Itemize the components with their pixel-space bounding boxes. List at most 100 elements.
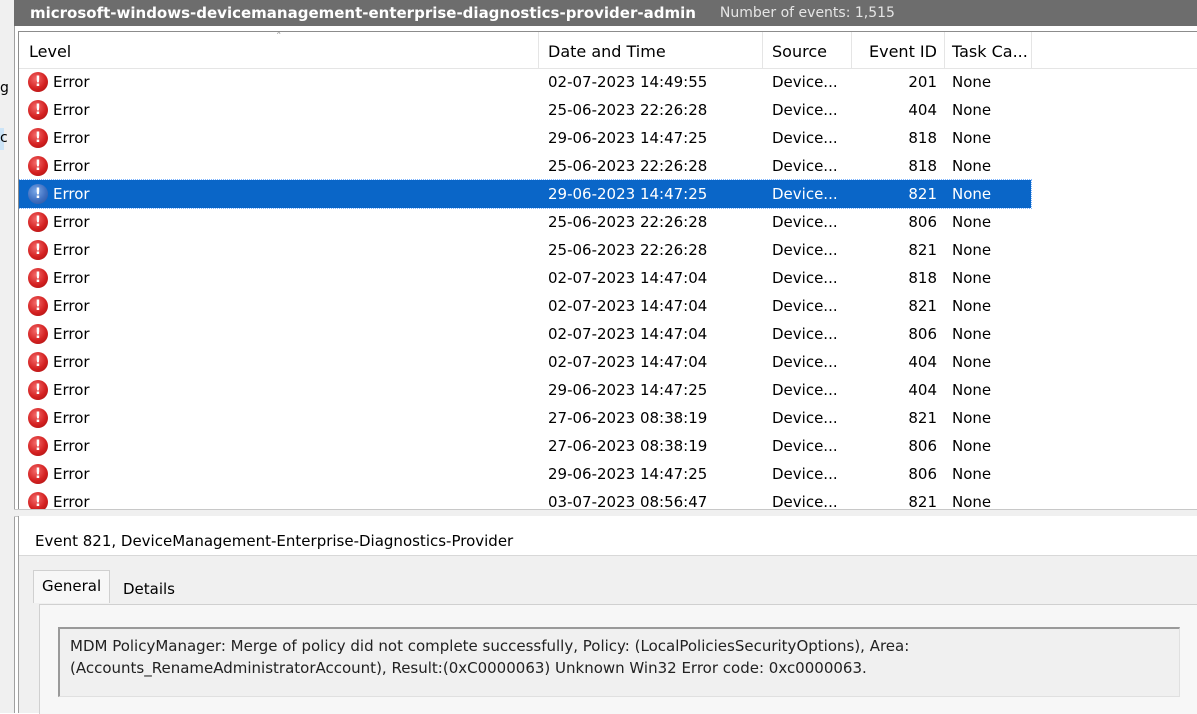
- cell-level: Error: [53, 325, 90, 343]
- table-row[interactable]: ! Error 03-07-2023 08:56:47 Device... 821 Non…: [19, 488, 1031, 510]
- log-header-bar: microsoft-windows-devicemanagement-enter…: [14, 0, 1197, 26]
- column-divider[interactable]: [944, 32, 945, 68]
- error-icon: !: [28, 464, 48, 484]
- cell-source: Device...: [772, 297, 838, 315]
- cell-task-category: None: [952, 101, 992, 119]
- column-header-level[interactable]: Level: [29, 32, 71, 68]
- column-header-event-id[interactable]: Event ID: [869, 32, 937, 68]
- cell-date-time: 03-07-2023 08:56:47: [548, 493, 708, 510]
- table-row[interactable]: ! Error 02-07-2023 14:47:04 Device... 806 Non…: [19, 320, 1031, 348]
- tab-general[interactable]: General: [33, 570, 111, 603]
- cell-level: Error: [53, 213, 90, 231]
- cell-task-category: None: [952, 297, 992, 315]
- column-header-date-time[interactable]: Date and Time: [548, 32, 666, 68]
- cell-level: Error: [53, 381, 90, 399]
- cell-event-id: 404: [908, 101, 937, 119]
- table-row[interactable]: ! Error 29-06-2023 14:47:25 Device... 404 Non…: [19, 376, 1031, 404]
- cell-level: Error: [53, 269, 90, 287]
- cell-source: Device...: [772, 129, 838, 147]
- cell-event-id: 821: [908, 493, 937, 510]
- column-header-task-category[interactable]: Task Ca...: [952, 32, 1028, 68]
- cell-event-id: 806: [908, 213, 937, 231]
- cell-date-time: 29-06-2023 14:47:25: [548, 185, 708, 203]
- table-row[interactable]: ! Error 25-06-2023 22:26:28 Device... 818 Non…: [19, 152, 1031, 180]
- error-icon: !: [28, 240, 48, 260]
- table-row[interactable]: ! Error 29-06-2023 14:47:25 Device... 806 Non…: [19, 460, 1031, 488]
- table-row[interactable]: ! Error 25-06-2023 22:26:28 Device... 806 Non…: [19, 208, 1031, 236]
- cell-date-time: 25-06-2023 22:26:28: [548, 241, 708, 259]
- table-row[interactable]: ! Error 02-07-2023 14:47:04 Device... 818 Non…: [19, 264, 1031, 292]
- table-row[interactable]: ! Error 25-06-2023 22:26:28 Device... 404 Non…: [19, 96, 1031, 124]
- cell-date-time: 02-07-2023 14:47:04: [548, 353, 708, 371]
- cell-source: Device...: [772, 157, 838, 175]
- cell-task-category: None: [952, 409, 992, 427]
- cell-source: Device...: [772, 409, 838, 427]
- table-row[interactable]: ! Error 02-07-2023 14:47:04 Device... 821 Non…: [19, 292, 1031, 320]
- cell-task-category: None: [952, 73, 992, 91]
- cell-task-category: None: [952, 129, 992, 147]
- cell-task-category: None: [952, 213, 992, 231]
- nav-text-fragment: g: [0, 80, 9, 96]
- column-divider[interactable]: [851, 32, 852, 68]
- error-icon: !: [28, 184, 48, 204]
- cell-date-time: 25-06-2023 22:26:28: [548, 101, 708, 119]
- cell-task-category: None: [952, 325, 992, 343]
- cell-event-id: 821: [908, 409, 937, 427]
- cell-source: Device...: [772, 493, 838, 510]
- navigation-pane-edge[interactable]: g c: [0, 0, 15, 713]
- cell-task-category: None: [952, 269, 992, 287]
- table-row[interactable]: ! Error 02-07-2023 14:49:55 Device... 201 Non…: [19, 68, 1031, 96]
- column-divider[interactable]: [1031, 32, 1032, 68]
- cell-event-id: 404: [908, 353, 937, 371]
- cell-event-id: 818: [908, 129, 937, 147]
- tab-details[interactable]: Details: [115, 574, 183, 604]
- cell-event-id: 806: [908, 437, 937, 455]
- cell-level: Error: [53, 129, 90, 147]
- cell-event-id: 821: [908, 297, 937, 315]
- cell-event-id: 201: [908, 73, 937, 91]
- cell-source: Device...: [772, 353, 838, 371]
- cell-task-category: None: [952, 353, 992, 371]
- column-divider[interactable]: [538, 32, 539, 68]
- event-detail-title: Event 821, DeviceManagement-Enterprise-D…: [19, 516, 1197, 556]
- table-row[interactable]: ! Error 27-06-2023 08:38:19 Device... 806 Non…: [19, 432, 1031, 460]
- column-header-source[interactable]: Source: [772, 32, 827, 68]
- cell-event-id: 821: [908, 185, 937, 203]
- cell-date-time: 25-06-2023 22:26:28: [548, 157, 708, 175]
- table-row[interactable]: ! Error 29-06-2023 14:47:25 Device... 818 Non…: [19, 124, 1031, 152]
- error-icon: !: [28, 436, 48, 456]
- cell-level: Error: [53, 409, 90, 427]
- error-icon: !: [28, 352, 48, 372]
- nav-text-fragment: c: [0, 130, 8, 146]
- log-name: microsoft-windows-devicemanagement-enter…: [30, 4, 696, 22]
- error-icon: !: [28, 212, 48, 232]
- cell-level: Error: [53, 493, 90, 510]
- cell-source: Device...: [772, 437, 838, 455]
- cell-event-id: 806: [908, 465, 937, 483]
- cell-date-time: 27-06-2023 08:38:19: [548, 409, 708, 427]
- cell-level: Error: [53, 437, 90, 455]
- cell-source: Device...: [772, 381, 838, 399]
- general-tab-body: MDM PolicyManager: Merge of policy did n…: [39, 604, 1197, 714]
- event-list-header: ˄ Level Date and Time Source Event ID Ta…: [19, 32, 1197, 69]
- cell-date-time: 02-07-2023 14:49:55: [548, 73, 708, 91]
- error-icon: !: [28, 128, 48, 148]
- error-icon: !: [28, 380, 48, 400]
- table-row[interactable]: ! Error 25-06-2023 22:26:28 Device... 821 Non…: [19, 236, 1031, 264]
- table-row-selected[interactable]: ! Error 29-06-2023 14:47:25 Device... 821 Non…: [19, 179, 1032, 209]
- event-list[interactable]: ˄ Level Date and Time Source Event ID Ta…: [18, 31, 1197, 510]
- column-divider[interactable]: [762, 32, 763, 68]
- cell-date-time: 25-06-2023 22:26:28: [548, 213, 708, 231]
- error-icon: !: [28, 268, 48, 288]
- cell-task-category: None: [952, 465, 992, 483]
- cell-event-id: 818: [908, 269, 937, 287]
- cell-level: Error: [53, 185, 90, 203]
- table-row[interactable]: ! Error 02-07-2023 14:47:04 Device... 404 Non…: [19, 348, 1031, 376]
- cell-task-category: None: [952, 381, 992, 399]
- cell-event-id: 404: [908, 381, 937, 399]
- error-icon: !: [28, 100, 48, 120]
- cell-source: Device...: [772, 185, 838, 203]
- event-message-box[interactable]: MDM PolicyManager: Merge of policy did n…: [58, 627, 1180, 697]
- cell-level: Error: [53, 353, 90, 371]
- table-row[interactable]: ! Error 27-06-2023 08:38:19 Device... 821 Non…: [19, 404, 1031, 432]
